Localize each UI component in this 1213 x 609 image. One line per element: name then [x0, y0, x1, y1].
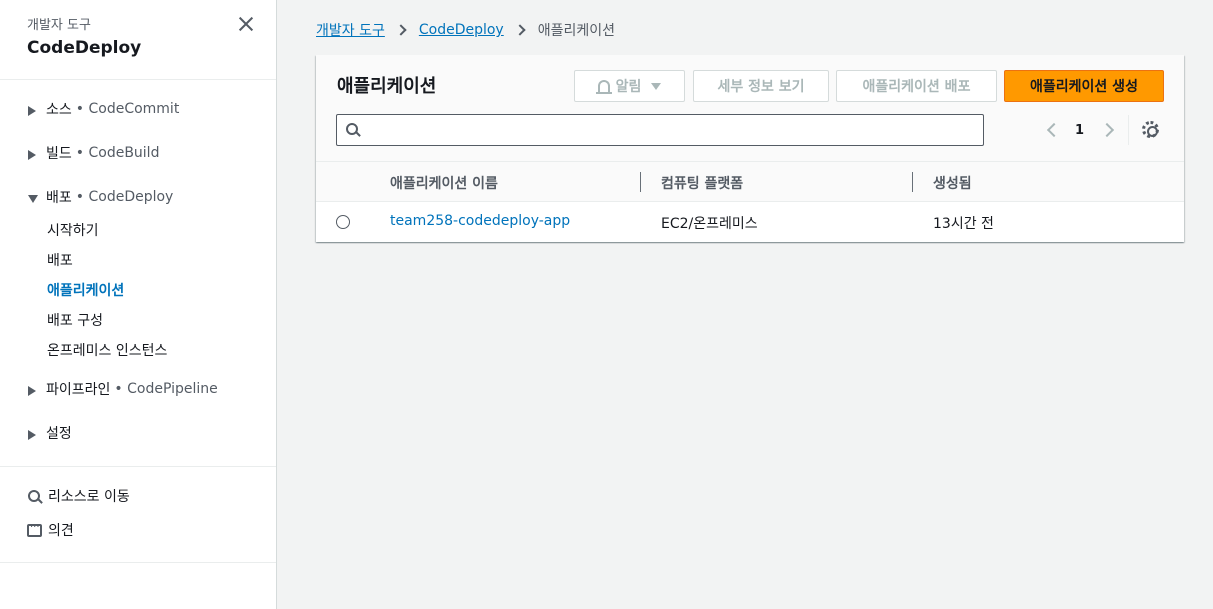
column-header-created[interactable]: 생성됨: [933, 173, 972, 193]
sidebar-section-label: 빌드: [46, 146, 72, 162]
chevron-right-icon: [395, 24, 407, 36]
caret-right-icon: [28, 430, 36, 440]
breadcrumb-developer-tools[interactable]: 개발자 도구: [316, 20, 385, 40]
goto-resource-label: 리소스로 이동: [48, 489, 130, 505]
sidebar-section-source[interactable]: 소스 • CodeCommit: [28, 99, 179, 119]
sidebar-section-deploy[interactable]: 배포 • CodeDeploy: [28, 187, 173, 207]
pager-divider: [1128, 115, 1129, 145]
notify-button[interactable]: 알림: [574, 70, 685, 102]
caret-right-icon: [28, 150, 36, 160]
sidebar-section-service: • CodePipeline: [114, 381, 218, 397]
row-select-radio[interactable]: [336, 215, 350, 229]
sidebar-super-title[interactable]: 개발자 도구: [27, 14, 91, 33]
caret-down-icon: [28, 195, 38, 203]
sidebar-section-service: • CodeCommit: [75, 101, 180, 117]
column-header-name[interactable]: 애플리케이션 이름: [390, 173, 498, 193]
close-icon[interactable]: [236, 14, 256, 34]
created-cell: 13시간 전: [933, 216, 994, 232]
column-divider[interactable]: [640, 172, 641, 192]
chevron-left-icon[interactable]: [1046, 122, 1062, 138]
chevron-right-icon[interactable]: [1099, 122, 1115, 138]
breadcrumb-current: 애플리케이션: [537, 23, 616, 39]
panel-header: 애플리케이션 알림 세부 정보 보기 애플리케이션 배포 애플리케이션 생성 1: [316, 55, 1184, 162]
view-details-button[interactable]: 세부 정보 보기: [693, 70, 829, 102]
search-icon: [346, 123, 360, 137]
sidebar-section-settings[interactable]: 설정: [28, 423, 72, 443]
sidebar-section-label: 파이프라인: [46, 382, 111, 398]
sidebar-item-deployments[interactable]: 배포: [47, 250, 73, 270]
sidebar-item-onprem-instances[interactable]: 온프레미스 인스턴스: [47, 340, 167, 360]
sidebar-item-getting-started[interactable]: 시작하기: [47, 220, 99, 240]
page-number[interactable]: 1: [1075, 123, 1084, 138]
sidebar: 개발자 도구 CodeDeploy 소스 • CodeCommit 빌드 • C…: [0, 0, 277, 609]
table-header: 애플리케이션 이름 컴퓨팅 플랫폼 생성됨: [316, 162, 1184, 202]
sidebar-title[interactable]: CodeDeploy: [27, 38, 141, 58]
feedback-icon: [27, 519, 43, 538]
feedback-link[interactable]: 의견: [27, 519, 74, 540]
caret-right-icon: [28, 386, 36, 396]
sidebar-header: 개발자 도구 CodeDeploy: [0, 0, 276, 80]
compute-platform-cell: EC2/온프레미스: [661, 216, 758, 232]
notify-label: 알림: [615, 79, 642, 95]
sidebar-divider: [0, 562, 276, 563]
feedback-label: 의견: [48, 523, 74, 539]
caret-down-icon: [651, 82, 662, 90]
caret-right-icon: [28, 106, 36, 116]
search-input[interactable]: [336, 114, 984, 146]
sidebar-section-label: 설정: [46, 426, 72, 442]
sidebar-item-applications[interactable]: 애플리케이션: [47, 280, 124, 300]
sidebar-section-label: 배포: [46, 190, 72, 206]
sidebar-section-service: • CodeBuild: [75, 145, 160, 161]
pagination: 1: [1046, 118, 1115, 142]
breadcrumb: 개발자 도구 CodeDeploy 애플리케이션: [316, 20, 615, 40]
page-title: 애플리케이션: [337, 76, 437, 97]
column-header-platform[interactable]: 컴퓨팅 플랫폼: [661, 173, 743, 193]
sidebar-section-pipeline[interactable]: 파이프라인 • CodePipeline: [28, 379, 218, 399]
column-divider[interactable]: [912, 172, 913, 192]
chevron-right-icon: [514, 24, 526, 36]
gear-icon[interactable]: [1142, 121, 1159, 138]
applications-panel: 애플리케이션 알림 세부 정보 보기 애플리케이션 배포 애플리케이션 생성 1…: [316, 55, 1184, 242]
application-name-link[interactable]: team258-codedeploy-app: [390, 213, 570, 229]
breadcrumb-codedeploy[interactable]: CodeDeploy: [419, 22, 504, 38]
sidebar-section-build[interactable]: 빌드 • CodeBuild: [28, 143, 159, 163]
sidebar-section-service: • CodeDeploy: [75, 189, 174, 205]
create-application-button[interactable]: 애플리케이션 생성: [1004, 70, 1164, 102]
sidebar-item-deployment-configs[interactable]: 배포 구성: [47, 310, 103, 330]
sidebar-divider: [0, 466, 276, 467]
search-icon: [27, 488, 43, 504]
sidebar-section-label: 소스: [46, 102, 72, 118]
bell-icon: [595, 80, 612, 94]
goto-resource-link[interactable]: 리소스로 이동: [27, 486, 130, 506]
deploy-application-button[interactable]: 애플리케이션 배포: [836, 70, 997, 102]
table-row: team258-codedeploy-app EC2/온프레미스 13시간 전: [316, 202, 1184, 242]
